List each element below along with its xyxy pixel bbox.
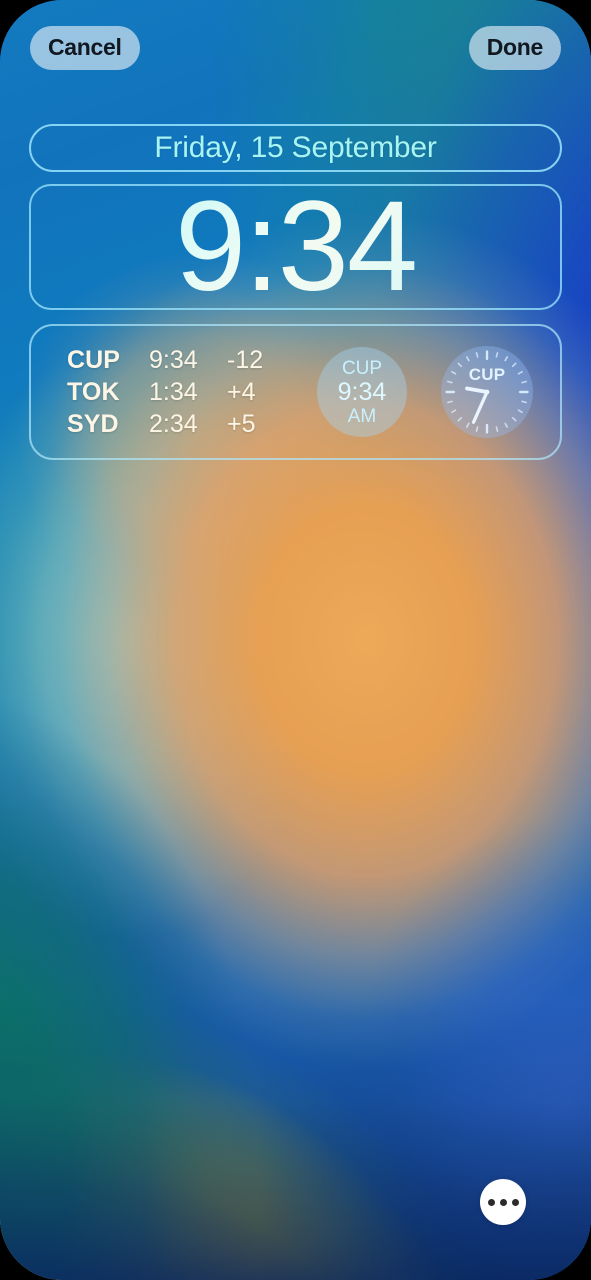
top-bar: Cancel Done <box>0 0 591 96</box>
analog-clock-city: CUP <box>468 365 506 384</box>
device-frame: Cancel Done Friday, 15 September 9:34 CU… <box>0 0 591 1280</box>
world-clock-time: 9:34 <box>149 345 198 374</box>
ellipsis-dot-icon <box>499 1198 507 1206</box>
date-widget-slot[interactable]: Friday, 15 September <box>29 124 562 172</box>
world-clock-time: 1:34 <box>149 377 198 406</box>
circular-clock-time: 9:34 <box>337 377 387 406</box>
clock-center-pin-icon <box>484 389 490 395</box>
world-clock-time: 2:34 <box>149 409 198 438</box>
circular-digital-clock-widget[interactable]: CUP 9:34 AM <box>317 347 407 437</box>
done-button[interactable]: Done <box>468 26 561 70</box>
hour-hand-icon <box>465 386 489 394</box>
world-clock-city: SYD <box>67 409 119 438</box>
world-clock-offset: +5 <box>227 409 256 438</box>
world-clock-offset: -12 <box>227 345 264 374</box>
time-widget-slot[interactable]: 9:34 <box>29 175 562 318</box>
circular-analog-clock-widget[interactable]: CUP <box>441 346 533 438</box>
minute-hand-icon <box>471 390 489 424</box>
world-clock-city: CUP <box>67 345 121 374</box>
ellipsis-dot-icon <box>487 1198 495 1206</box>
lock-screen-preview[interactable]: Cancel Done Friday, 15 September 9:34 CU… <box>0 0 591 1280</box>
world-clock-row: TOK 1:34 +4 <box>67 377 307 406</box>
circular-clock-city: CUP <box>341 357 383 379</box>
analog-clock-face-icon <box>445 350 529 434</box>
world-clock-list-widget[interactable]: CUP 9:34 -12 TOK 1:34 +4 SYD 2:34 +5 <box>31 326 307 458</box>
world-clock-row: SYD 2:34 +5 <box>67 409 307 438</box>
ellipsis-dot-icon <box>511 1198 519 1206</box>
world-clock-city: TOK <box>67 377 120 406</box>
more-options-button[interactable] <box>480 1179 526 1225</box>
time-text: 9:34 <box>174 175 418 318</box>
date-text: Friday, 15 September <box>154 131 437 164</box>
world-clock-row: CUP 9:34 -12 <box>67 345 307 374</box>
widget-row-slot[interactable]: CUP 9:34 -12 TOK 1:34 +4 SYD 2:34 +5 CUP… <box>29 324 562 460</box>
cancel-button[interactable]: Cancel <box>30 26 140 70</box>
circular-clock-ampm: AM <box>347 405 377 427</box>
world-clock-offset: +4 <box>227 377 256 406</box>
